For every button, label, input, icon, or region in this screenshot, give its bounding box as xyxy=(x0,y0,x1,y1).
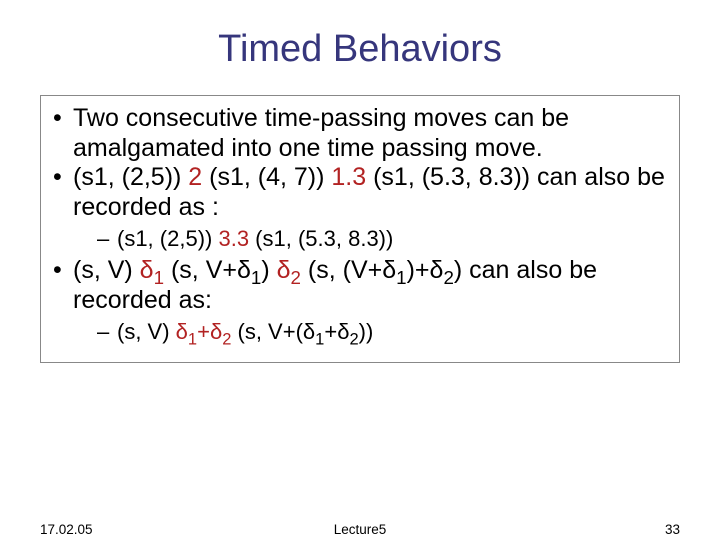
bullet-item-1: Two consecutive time-passing moves can b… xyxy=(51,104,669,163)
text: (s, V) xyxy=(73,256,140,284)
text: (s, V) xyxy=(117,319,176,344)
delta-expr: δ1 xyxy=(140,256,164,284)
sub-item-1: (s1, (2,5)) 3.3 (s1, (5.3, 8.3)) xyxy=(73,226,669,252)
bullet-list: Two consecutive time-passing moves can b… xyxy=(51,104,669,346)
sub-item-2: (s, V) δ1+δ2 (s, V+(δ1+δ2)) xyxy=(73,319,669,345)
text: (s1, (2,5)) xyxy=(73,163,188,191)
text: (s, V+(δ1+δ2)) xyxy=(231,319,373,344)
bullet-text: Two consecutive time-passing moves can b… xyxy=(73,104,569,162)
bullet-item-3: (s, V) δ1 (s, V+δ1) δ2 (s, (V+δ1)+δ2) ca… xyxy=(51,256,669,345)
content-box: Two consecutive time-passing moves can b… xyxy=(40,95,680,363)
step-value: 2 xyxy=(188,163,202,191)
text: (s1, (5.3, 8.3)) xyxy=(249,226,393,251)
delta-expr: δ1+δ2 xyxy=(176,319,232,344)
delta-expr: δ2 xyxy=(277,256,301,284)
sub-list: (s1, (2,5)) 3.3 (s1, (5.3, 8.3)) xyxy=(73,226,669,252)
sub-list: (s, V) δ1+δ2 (s, V+(δ1+δ2)) xyxy=(73,319,669,345)
step-value: 3.3 xyxy=(218,226,249,251)
step-value: 1.3 xyxy=(331,163,366,191)
footer-lecture: Lecture5 xyxy=(334,522,387,537)
footer-date: 17.02.05 xyxy=(40,522,93,537)
text: (s1, (4, 7)) xyxy=(202,163,331,191)
text: (s, V+δ1) xyxy=(164,256,277,284)
footer-page: 33 xyxy=(665,522,680,537)
slide-title: Timed Behaviors xyxy=(40,28,680,71)
slide: Timed Behaviors Two consecutive time-pas… xyxy=(0,0,720,540)
bullet-item-2: (s1, (2,5)) 2 (s1, (4, 7)) 1.3 (s1, (5.3… xyxy=(51,163,669,252)
text: (s1, (2,5)) xyxy=(117,226,218,251)
